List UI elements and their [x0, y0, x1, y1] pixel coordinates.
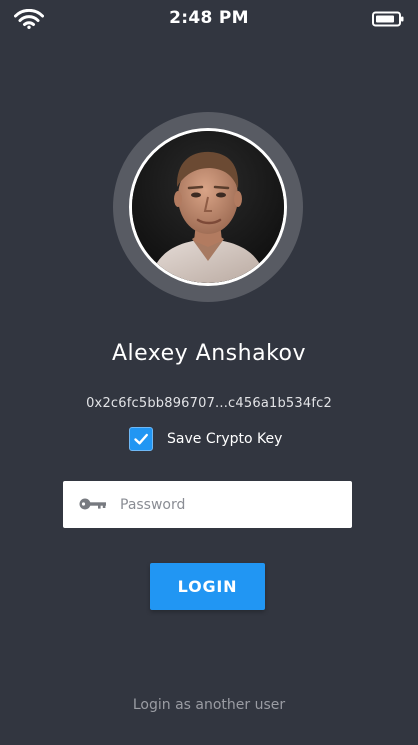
status-time: 2:48 PM: [169, 8, 249, 28]
user-photo: [132, 131, 284, 283]
key-icon: [79, 498, 106, 510]
avatar-ring: [113, 112, 303, 302]
battery-icon: [372, 11, 404, 27]
crypto-key-address: 0x2c6fc5bb896707...c456a1b534fc2: [86, 396, 332, 411]
checkmark-icon: [134, 433, 148, 444]
password-input[interactable]: [120, 481, 340, 528]
login-as-another-user-link[interactable]: Login as another user: [0, 697, 418, 713]
save-crypto-key-label[interactable]: Save Crypto Key: [167, 431, 282, 447]
save-crypto-key-checkbox[interactable]: [129, 426, 153, 451]
status-bar: 2:48 PM: [0, 0, 418, 38]
login-button[interactable]: LOGIN: [150, 563, 265, 610]
user-name: Alexey Anshakov: [111, 341, 307, 366]
password-field[interactable]: [63, 481, 352, 528]
save-crypto-key-row[interactable]: Save Crypto Key: [129, 426, 282, 451]
avatar: [129, 128, 287, 286]
